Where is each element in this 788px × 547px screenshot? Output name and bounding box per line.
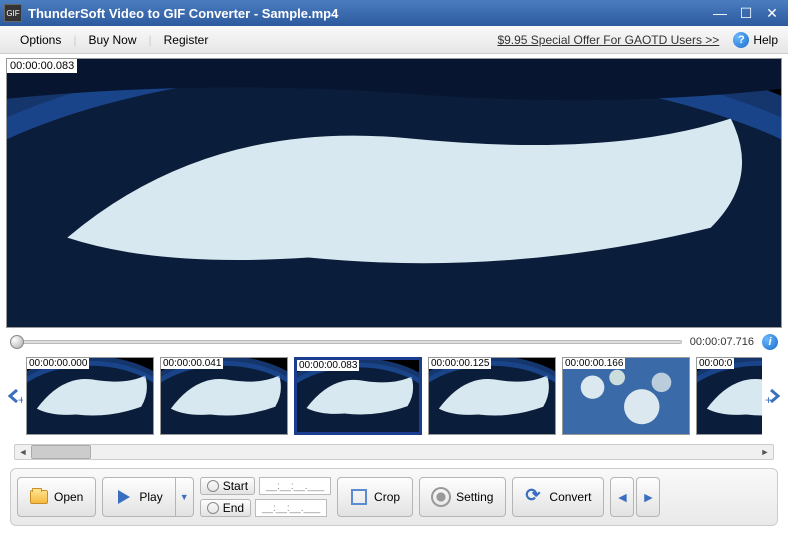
thumbnail-timestamp: 00:00:00.125 xyxy=(429,358,491,369)
play-button-group: Play ▼ xyxy=(102,477,193,517)
open-label: Open xyxy=(54,490,83,504)
convert-button[interactable]: Convert xyxy=(512,477,604,517)
special-offer-link[interactable]: $9.95 Special Offer For GAOTD Users >> xyxy=(497,33,719,47)
menubar: Options | Buy Now | Register $9.95 Speci… xyxy=(0,26,788,54)
crop-label: Crop xyxy=(374,490,400,504)
help-icon: ? xyxy=(733,32,749,48)
folder-icon xyxy=(30,488,48,506)
crop-icon xyxy=(350,488,368,506)
clock-icon xyxy=(207,502,219,514)
end-time-button[interactable]: End xyxy=(200,499,251,517)
scroll-track[interactable] xyxy=(31,445,757,459)
thumbnail-timestamp: 00:00:00.166 xyxy=(563,358,625,369)
titlebar: GIF ThunderSoft Video to GIF Converter -… xyxy=(0,0,788,26)
minimize-button[interactable]: — xyxy=(708,3,732,23)
thumbs-prev-button[interactable]: + xyxy=(4,356,24,436)
start-time-button[interactable]: Start xyxy=(200,477,255,495)
thumbnail-frame[interactable]: 00:00:00.083 xyxy=(294,357,422,435)
seekbar-thumb[interactable] xyxy=(10,335,24,349)
thumbnails-scrollbar[interactable]: ◄ ► xyxy=(14,444,774,460)
clock-icon xyxy=(207,480,219,492)
scroll-right-button[interactable]: ► xyxy=(757,445,773,459)
window-controls: — ☐ ✕ xyxy=(708,3,784,23)
play-icon xyxy=(115,488,133,506)
bottom-toolbar: Open Play ▼ Start __:__:__.___ End __:__… xyxy=(10,468,778,526)
scroll-left-button[interactable]: ◄ xyxy=(15,445,31,459)
play-dropdown[interactable]: ▼ xyxy=(176,477,194,517)
thumbnail-timestamp: 00:00:00.041 xyxy=(161,358,223,369)
thumbnail-timestamp: 00:00:00.000 xyxy=(27,358,89,369)
help-button[interactable]: ? Help xyxy=(733,32,778,48)
thumbnail-frame[interactable]: 00:00:00.000 xyxy=(26,357,154,435)
video-preview[interactable]: 00:00:00.083 xyxy=(6,58,782,328)
start-time-field[interactable]: __:__:__.___ xyxy=(259,477,331,495)
thumbnail-frame[interactable]: 00:00:00.041 xyxy=(160,357,288,435)
crop-button[interactable]: Crop xyxy=(337,477,413,517)
svg-text:+: + xyxy=(765,393,772,405)
app-icon: GIF xyxy=(4,4,22,22)
maximize-button[interactable]: ☐ xyxy=(734,3,758,23)
duration-label: 00:00:07.716 xyxy=(690,336,754,348)
thumbs-next-button[interactable]: + xyxy=(764,356,784,436)
convert-label: Convert xyxy=(549,490,591,504)
start-label: Start xyxy=(223,479,248,493)
thumbnails-row: + 00:00:00.00000:00:00.04100:00:00.08300… xyxy=(0,350,788,438)
thumbnail-frame[interactable]: 00:00:00.166 xyxy=(562,357,690,435)
thumbnail-timestamp: 00:00:0 xyxy=(697,358,734,369)
seekbar-row: 00:00:07.716 i xyxy=(0,328,788,350)
preview-frame-image xyxy=(7,59,781,327)
chevron-right-icon: + xyxy=(765,387,783,405)
gear-icon xyxy=(432,488,450,506)
setting-label: Setting xyxy=(456,490,493,504)
menu-register[interactable]: Register xyxy=(154,29,219,51)
svg-text:+: + xyxy=(18,393,23,405)
window-title: ThunderSoft Video to GIF Converter - Sam… xyxy=(28,6,708,21)
seekbar[interactable] xyxy=(10,335,682,349)
preview-timestamp: 00:00:00.083 xyxy=(7,59,77,73)
nav-group: ◄ ► xyxy=(610,477,660,517)
scroll-thumb[interactable] xyxy=(31,445,91,459)
thumbnails-container: 00:00:00.000 00:00:00.041 00:00:00.083 00:0… xyxy=(26,357,762,435)
prev-frame-button[interactable]: ◄ xyxy=(610,477,634,517)
open-button[interactable]: Open xyxy=(17,477,96,517)
help-label: Help xyxy=(753,33,778,47)
menu-buynow[interactable]: Buy Now xyxy=(78,29,146,51)
thumbnail-frame[interactable]: 00:00:0 xyxy=(696,357,762,435)
seekbar-track xyxy=(10,340,682,344)
setting-button[interactable]: Setting xyxy=(419,477,506,517)
end-time-field[interactable]: __:__:__.___ xyxy=(255,499,327,517)
thumbnail-frame[interactable]: 00:00:00.125 xyxy=(428,357,556,435)
time-range-controls: Start __:__:__.___ End __:__:__.___ xyxy=(200,477,331,517)
close-button[interactable]: ✕ xyxy=(760,3,784,23)
info-icon[interactable]: i xyxy=(762,334,778,350)
play-label: Play xyxy=(139,490,162,504)
next-frame-button[interactable]: ► xyxy=(636,477,660,517)
thumbnail-timestamp: 00:00:00.083 xyxy=(297,360,359,371)
end-label: End xyxy=(223,501,244,515)
menu-options[interactable]: Options xyxy=(10,29,71,51)
chevron-left-icon: + xyxy=(5,387,23,405)
convert-icon xyxy=(525,488,543,506)
play-button[interactable]: Play xyxy=(102,477,175,517)
